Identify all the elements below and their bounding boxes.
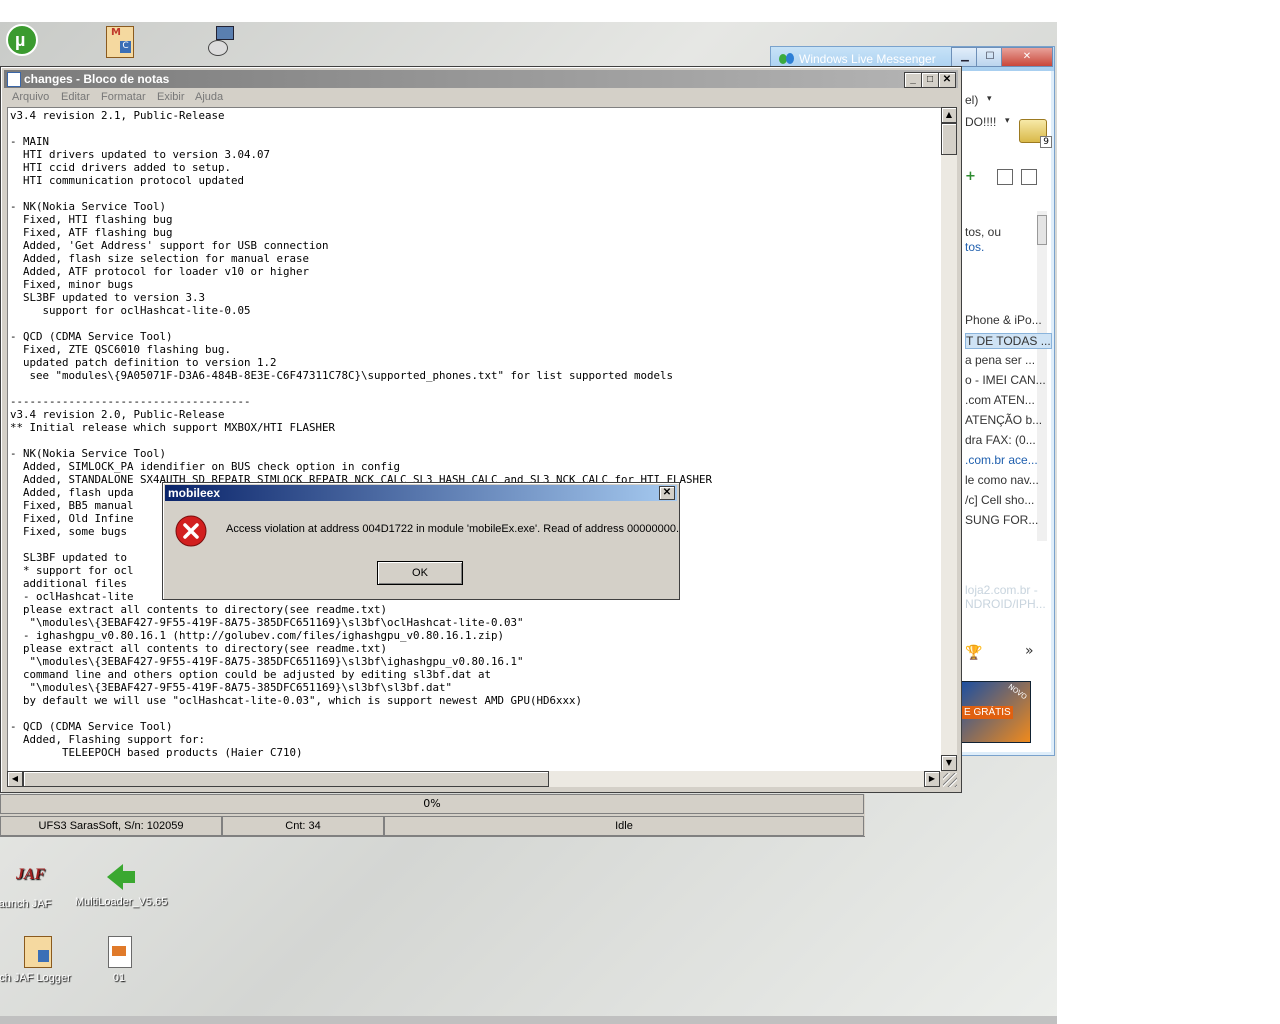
horizontal-scroll-thumb[interactable] — [23, 771, 549, 787]
taskbar[interactable] — [0, 1016, 1057, 1024]
resize-grip-icon[interactable] — [943, 773, 957, 787]
notepad-title-bar[interactable]: changes - Bloco de notas _ □ ✕ — [4, 70, 958, 88]
dialog-title-bar[interactable]: mobileex ✕ — [165, 485, 677, 501]
add-contact-icon[interactable]: + — [965, 169, 979, 184]
more-chevron[interactable]: » — [1025, 643, 1034, 659]
notepad-window[interactable]: changes - Bloco de notas _ □ ✕ Arquivo E… — [0, 66, 962, 793]
status-text[interactable]: el) — [965, 93, 978, 107]
scroll-down-icon[interactable]: ▼ — [941, 755, 957, 771]
desktop-icon-label: ch JAF Logger — [0, 972, 71, 984]
minimize-button[interactable]: _ — [904, 72, 922, 88]
close-button[interactable]: ✕ — [938, 72, 956, 88]
ad-text: E GRÁTIS — [962, 706, 1013, 719]
contact-list-item[interactable]: .com ATEN... — [965, 393, 1035, 407]
contact-list-item[interactable]: a pena ser ... — [965, 353, 1035, 367]
messenger-title: Windows Live Messenger — [799, 52, 936, 66]
document-text[interactable]: v3.4 revision 2.1, Public-Release - MAIN… — [8, 108, 941, 760]
personal-message[interactable]: DO!!!! — [965, 115, 996, 129]
contact-list-item[interactable]: .com.br ace... — [965, 453, 1038, 467]
contact-list-item[interactable]: /c] Cell sho... — [965, 493, 1034, 507]
view-options-icon[interactable] — [997, 169, 1013, 185]
menu-arquivo[interactable]: Arquivo — [12, 91, 49, 103]
utorrent-icon[interactable]: µ — [6, 24, 38, 56]
maximize-button[interactable]: □ — [921, 72, 939, 88]
ad-badge: NOVO — [1006, 682, 1029, 702]
dialog-close-button[interactable]: ✕ — [659, 486, 675, 500]
desktop-icon-01[interactable]: 01 — [74, 936, 164, 984]
contact-list-item[interactable]: o - IMEI CAN... — [965, 373, 1046, 387]
advertisement-banner[interactable]: E GRÁTIS NOVO — [961, 681, 1031, 743]
messenger-body: el) ▾ DO!!!! ▾ 9 + tos, ou tos. Phone & … — [961, 71, 1052, 752]
notifications-icon[interactable]: 9 — [1019, 119, 1052, 148]
text-editor[interactable]: v3.4 revision 2.1, Public-Release - MAIN… — [7, 107, 941, 772]
dialog-title: mobileex — [168, 486, 221, 500]
horizontal-scrollbar[interactable]: ◀ ▶ — [7, 771, 940, 787]
progress-bar: 0% — [0, 794, 864, 814]
error-icon — [175, 515, 207, 547]
error-message: Access violation at address 004D1722 in … — [226, 523, 680, 535]
desktop-icon-jaf-logger[interactable]: ch JAF Logger — [0, 936, 80, 984]
maximize-button[interactable]: ☐ — [976, 47, 1004, 67]
faded-text: NDROID/IPH... — [965, 597, 1046, 611]
vertical-scrollbar[interactable]: ▲ ▼ — [941, 107, 957, 771]
jaf-logger-icon — [18, 936, 52, 968]
faded-text: loja2.com.br - — [965, 583, 1038, 597]
network-tool-icon[interactable] — [206, 26, 234, 56]
jaf-launch-icon: JAF — [16, 866, 46, 883]
info-text: tos, ou — [965, 225, 1002, 239]
error-dialog[interactable]: mobileex ✕ Access violation at address 0… — [162, 482, 680, 600]
desktop-icon-label: aunch JAF — [0, 898, 52, 910]
desktop-icon-label: 01 — [112, 972, 126, 984]
status-state: Idle — [384, 816, 864, 836]
desktop-icon-multiloader[interactable]: MultiLoader_V5.65 — [75, 860, 168, 908]
status-counter: Cnt: 34 — [222, 816, 384, 836]
scroll-right-icon[interactable]: ▶ — [924, 771, 940, 787]
minimize-button[interactable]: ▁ — [951, 47, 979, 67]
status-device: UFS3 SarasSoft, S/n: 102059 — [0, 816, 222, 836]
vertical-scroll-thumb[interactable] — [941, 123, 957, 155]
ufs-window: 0% UFS3 SarasSoft, S/n: 102059 Cnt: 34 I… — [0, 794, 865, 837]
messenger-buddy-icon — [779, 51, 795, 67]
ok-button[interactable]: OK — [377, 561, 463, 585]
menu-formatar[interactable]: Formatar — [101, 91, 146, 103]
notepad-title: changes - Bloco de notas — [24, 72, 170, 86]
list-options-icon[interactable] — [1021, 169, 1037, 185]
menu-ajuda[interactable]: Ajuda — [195, 91, 223, 103]
notification-count: 9 — [1040, 136, 1052, 148]
menu-editar[interactable]: Editar — [61, 91, 90, 103]
close-button[interactable]: ✕ — [1001, 47, 1053, 67]
document-icon — [102, 936, 136, 968]
contact-list-item[interactable]: le como nav... — [965, 473, 1039, 487]
scroll-up-icon[interactable]: ▲ — [941, 107, 957, 123]
contact-list-item[interactable]: SUNG FOR... — [965, 513, 1038, 527]
trophy-icon[interactable]: 🏆 — [965, 645, 982, 661]
scroll-left-icon[interactable]: ◀ — [7, 771, 23, 787]
contact-list-item[interactable]: Phone & iPo... — [965, 313, 1042, 327]
menu-exibir[interactable]: Exibir — [157, 91, 185, 103]
jaf-app-icon[interactable]: M C — [106, 26, 134, 58]
contact-list-item[interactable]: T DE TODAS ... — [965, 333, 1052, 349]
green-arrow-icon — [103, 860, 137, 892]
menu-bar: Arquivo Editar Formatar Exibir Ajuda — [4, 89, 958, 107]
status-dropdown-icon[interactable]: ▾ — [987, 94, 992, 104]
contact-list-item[interactable]: dra FAX: (0... — [965, 433, 1036, 447]
desktop-icon-launch-jaf[interactable]: JAF aunch JAF — [0, 862, 70, 910]
scroll-thumb[interactable] — [1037, 215, 1047, 245]
message-dropdown-icon[interactable]: ▾ — [1005, 116, 1010, 126]
info-link[interactable]: tos. — [965, 240, 984, 254]
contact-list-item[interactable]: ATENÇÃO b... — [965, 413, 1042, 427]
notepad-icon — [7, 72, 21, 87]
desktop-icon-label: MultiLoader_V5.65 — [75, 896, 168, 908]
